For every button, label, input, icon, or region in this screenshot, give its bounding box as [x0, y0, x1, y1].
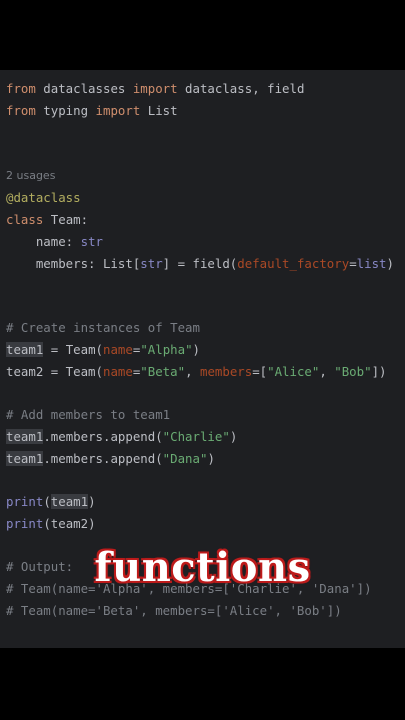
code-line-append-dana[interactable]: team1.members.append("Dana"): [6, 450, 215, 468]
field-call: ] = field(: [162, 256, 238, 271]
keyword-import: import: [95, 103, 141, 118]
open-paren: (: [43, 494, 51, 509]
close-bracket-paren: ]): [371, 364, 387, 379]
variable-team1: team1: [50, 494, 89, 509]
builtin-print: print: [6, 516, 44, 531]
close-paren: ): [207, 451, 215, 466]
module-name: dataclasses: [35, 81, 133, 96]
code-line-append-charlie[interactable]: team1.members.append("Charlie"): [6, 428, 237, 446]
append-call: .members.append(: [43, 429, 163, 444]
field-label: members: List[: [6, 256, 141, 271]
team-call: = Team(: [43, 342, 103, 357]
code-line-field-members[interactable]: members: List[str] = field(default_facto…: [6, 255, 394, 273]
string-dana: "Dana": [162, 451, 208, 466]
separator: ,: [185, 364, 200, 379]
type-str: str: [80, 234, 103, 249]
string-alpha: "Alpha": [140, 342, 193, 357]
print-args: (team2): [43, 516, 96, 531]
keyword-from: from: [6, 103, 36, 118]
imported-names: List: [140, 103, 178, 118]
code-line-import-dataclasses[interactable]: from dataclasses import dataclass, field: [6, 80, 304, 98]
code-line-comment-output-2[interactable]: # Team(name='Beta', members=['Alice', 'B…: [6, 602, 342, 620]
code-line-print-team1[interactable]: print(team1): [6, 493, 96, 511]
code-line-print-team2[interactable]: print(team2): [6, 515, 96, 533]
close-paren: ): [192, 342, 200, 357]
builtin-list: list: [356, 256, 387, 271]
keyword-import: import: [132, 81, 178, 96]
code-line-team1[interactable]: team1 = Team(name="Alpha"): [6, 341, 200, 359]
equals: =: [349, 256, 357, 271]
builtin-print: print: [6, 494, 44, 509]
usages-hint[interactable]: 2 usages: [6, 168, 55, 184]
string-charlie: "Charlie": [162, 429, 230, 444]
equals-bracket: =[: [252, 364, 268, 379]
string-bob: "Bob": [334, 364, 372, 379]
code-line-comment-add[interactable]: # Add members to team1: [6, 406, 170, 424]
code-line-team2[interactable]: team2 = Team(name="Beta", members=["Alic…: [6, 363, 387, 381]
append-call: .members.append(: [43, 451, 163, 466]
close-paren: ): [386, 256, 394, 271]
param-default-factory: default_factory: [237, 256, 350, 271]
field-label: name:: [6, 234, 81, 249]
string-alice: "Alice": [267, 364, 320, 379]
keyword-from: from: [6, 81, 36, 96]
close-paren: ): [88, 494, 96, 509]
variable-team1: team1: [6, 451, 44, 466]
string-beta: "Beta": [140, 364, 186, 379]
video-caption-overlay: functions: [94, 544, 311, 591]
code-line-comment-create[interactable]: # Create instances of Team: [6, 319, 200, 337]
imported-names: dataclass, field: [177, 81, 305, 96]
param-members: members: [199, 364, 253, 379]
separator: ,: [319, 364, 335, 379]
code-line-decorator[interactable]: @dataclass: [6, 189, 81, 207]
module-name: typing: [35, 103, 96, 118]
code-line-class-def[interactable]: class Team:: [6, 211, 88, 229]
team-call: team2 = Team(: [6, 364, 103, 379]
code-line-import-typing[interactable]: from typing import List: [6, 102, 178, 120]
class-name: Team:: [43, 212, 89, 227]
param-name: name: [102, 364, 133, 379]
param-name: name: [103, 342, 133, 357]
code-line-field-name[interactable]: name: str: [6, 233, 103, 251]
keyword-class: class: [6, 212, 44, 227]
close-paren: ): [229, 429, 238, 444]
variable-team1: team1: [6, 429, 44, 444]
variable-team1: team1: [6, 342, 44, 357]
type-str: str: [140, 256, 163, 271]
